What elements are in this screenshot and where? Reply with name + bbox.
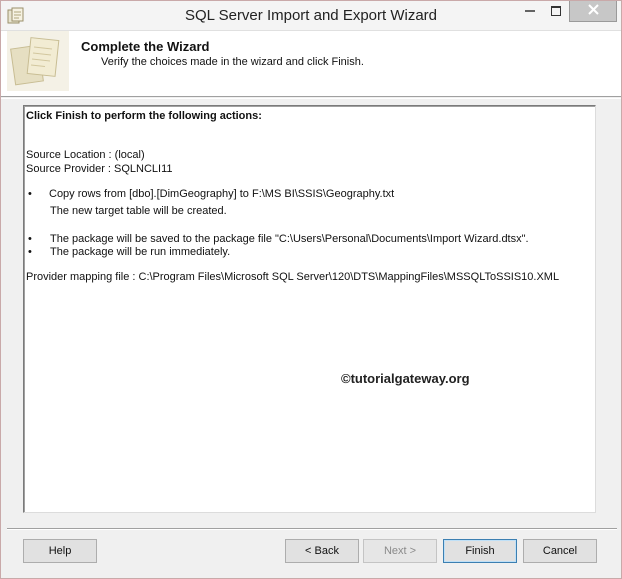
finish-button[interactable]: Finish bbox=[443, 539, 517, 563]
summary-heading: Click Finish to perform the following ac… bbox=[26, 110, 262, 122]
maximize-button[interactable] bbox=[543, 1, 569, 23]
title-bar: SQL Server Import and Export Wizard bbox=[1, 1, 621, 31]
help-button[interactable]: Help bbox=[23, 539, 97, 563]
footer-separator bbox=[7, 528, 617, 530]
minimize-icon bbox=[525, 6, 535, 19]
wizard-header-icon bbox=[7, 31, 69, 91]
source-location: Source Location : (local) bbox=[26, 149, 145, 161]
bullet-save: • bbox=[28, 233, 32, 245]
header-subtitle: Verify the choices made in the wizard an… bbox=[101, 56, 364, 68]
next-button[interactable]: Next > bbox=[363, 539, 437, 563]
header-divider bbox=[1, 98, 621, 99]
new-target-note: The new target table will be created. bbox=[50, 205, 227, 217]
cancel-button[interactable]: Cancel bbox=[523, 539, 597, 563]
wizard-header: Complete the Wizard Verify the choices m… bbox=[1, 31, 621, 97]
copy-rows-action: Copy rows from [dbo].[DimGeography] to F… bbox=[49, 188, 395, 200]
minimize-button[interactable] bbox=[517, 1, 543, 23]
summary-panel[interactable]: Click Finish to perform the following ac… bbox=[23, 105, 596, 513]
bullet-copy: • bbox=[28, 188, 32, 200]
provider-mapping-file: Provider mapping file : C:\Program Files… bbox=[26, 271, 560, 283]
maximize-icon bbox=[551, 5, 561, 19]
back-button[interactable]: < Back bbox=[285, 539, 359, 563]
header-title: Complete the Wizard bbox=[81, 39, 210, 54]
bullet-run: • bbox=[28, 246, 32, 258]
watermark: ©tutorialgateway.org bbox=[341, 371, 470, 386]
package-run-action: The package will be run immediately. bbox=[50, 246, 231, 258]
close-icon bbox=[587, 4, 599, 18]
source-provider: Source Provider : SQLNCLI11 bbox=[26, 163, 173, 175]
package-saved-action: The package will be saved to the package… bbox=[50, 233, 529, 245]
wizard-window: SQL Server Import and Export Wizard Comp… bbox=[0, 0, 622, 579]
close-button[interactable] bbox=[569, 1, 617, 22]
